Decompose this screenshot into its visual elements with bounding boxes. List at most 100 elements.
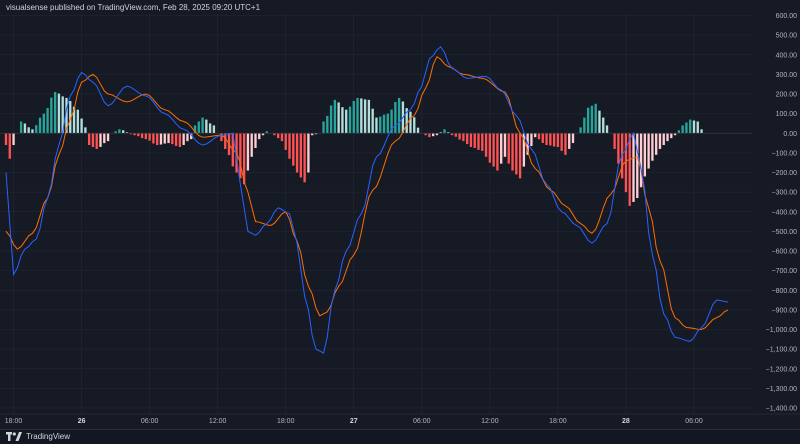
histogram-bar (46, 108, 49, 134)
histogram-bar (696, 121, 699, 134)
histogram-bar (367, 99, 371, 134)
histogram-bar (254, 133, 257, 148)
histogram-bar (205, 119, 208, 134)
histogram-bar (144, 133, 148, 140)
histogram-bar (258, 133, 261, 140)
histogram-bar (511, 133, 514, 171)
histogram-bar (87, 133, 91, 146)
histogram-bar (496, 133, 499, 171)
y-tick-label: 0.00 (783, 131, 797, 138)
histogram-bar (579, 127, 582, 134)
histogram-bar (171, 133, 174, 145)
histogram-bar (333, 99, 337, 134)
histogram-bar (299, 133, 303, 178)
histogram-bar (477, 133, 480, 150)
histogram-bar (288, 133, 291, 159)
histogram-bar (507, 133, 510, 164)
histogram-bar (492, 133, 495, 167)
x-axis: 18:00 26 06:00 12:00 18:00 27 06:00 12:00 18:00 2… (0, 413, 800, 425)
histogram-bar (454, 133, 457, 137)
histogram-bar (700, 129, 703, 134)
y-tick-label: −1,100.00 (766, 347, 797, 354)
x-tick-label: 27 (350, 418, 358, 425)
histogram-bar (186, 133, 189, 142)
histogram-bar (428, 133, 431, 138)
histogram-bar (462, 133, 465, 142)
histogram-bar (689, 119, 692, 134)
x-tick-label: 06:00 (141, 418, 159, 425)
histogram-bar (182, 133, 185, 145)
histogram-bar (639, 133, 643, 188)
y-tick-label: −800.00 (772, 288, 798, 295)
histogram-bar (84, 127, 87, 134)
histogram-bar (360, 98, 363, 134)
histogram-bar (23, 123, 27, 134)
histogram-bar (292, 133, 295, 166)
histogram-bar (163, 133, 166, 144)
histogram-bar (303, 133, 306, 183)
histogram-bar (80, 118, 83, 134)
histogram-bar (605, 125, 609, 134)
x-tick-label: 18:00 (549, 418, 567, 425)
histogram-bar (57, 93, 61, 134)
histogram-bar (38, 117, 42, 134)
tradingview-logo[interactable]: TradingView (6, 432, 70, 441)
histogram-bar (103, 133, 106, 144)
x-tick-label: 18:00 (5, 418, 23, 425)
histogram-bar (473, 133, 476, 149)
macd-chart[interactable]: 600.00 500.00 400.00 300.00 200.00 100.00 0.00… (0, 0, 800, 443)
histogram-bar (530, 133, 533, 147)
histogram-bar (583, 117, 586, 134)
histogram-bar (201, 117, 204, 134)
histogram-bar (594, 103, 597, 134)
histogram-bar (503, 133, 507, 157)
y-tick-label: 200.00 (776, 92, 798, 99)
y-tick-label: 400.00 (776, 52, 798, 59)
histogram-bar (12, 133, 15, 146)
histogram-bar (458, 133, 461, 140)
y-tick-label: 300.00 (776, 72, 798, 79)
histogram-bar (602, 117, 605, 134)
x-tick-label: 26 (78, 418, 86, 425)
histogram-bar (156, 133, 159, 146)
histogram-bar (208, 123, 212, 134)
histogram-bar (571, 133, 575, 144)
histogram-bar (643, 133, 647, 177)
y-tick-label: 500.00 (776, 33, 798, 40)
histogram-bar (617, 133, 620, 164)
histogram-bar (50, 97, 53, 134)
histogram-bar (518, 133, 522, 179)
histogram-bar (677, 130, 681, 134)
histogram-bar (280, 133, 284, 142)
histogram-bar (140, 133, 144, 139)
histogram-bar (27, 127, 30, 134)
histogram-bar (537, 133, 541, 140)
histogram-bar (371, 108, 374, 134)
histogram-bar (658, 133, 662, 149)
histogram-bar (666, 133, 669, 142)
histogram-bar (481, 133, 484, 151)
footer-bar: TradingView (0, 429, 800, 444)
histogram-bar (534, 133, 537, 138)
histogram-bar (19, 121, 23, 134)
histogram-bar (159, 133, 163, 145)
histogram-bar (647, 133, 650, 169)
histogram-bar (250, 133, 253, 157)
histogram-bar (541, 133, 544, 143)
histogram-bar (692, 120, 696, 134)
histogram-bar (212, 125, 216, 134)
tradingview-logo-label: TradingView (26, 432, 71, 441)
histogram-bar (4, 133, 8, 146)
histogram-bar (466, 133, 469, 145)
histogram-bar (178, 133, 182, 147)
histogram-bar (382, 114, 386, 134)
histogram-bar (488, 133, 492, 163)
y-tick-label: −1,400.00 (766, 406, 797, 413)
y-tick-label: −1,300.00 (766, 386, 797, 393)
histogram-bar (277, 133, 280, 139)
histogram-bar (118, 129, 121, 134)
y-tick-label: −1,200.00 (766, 366, 797, 373)
histogram-bar (326, 115, 329, 134)
histogram-bar (348, 106, 352, 134)
histogram-bar (122, 130, 125, 134)
